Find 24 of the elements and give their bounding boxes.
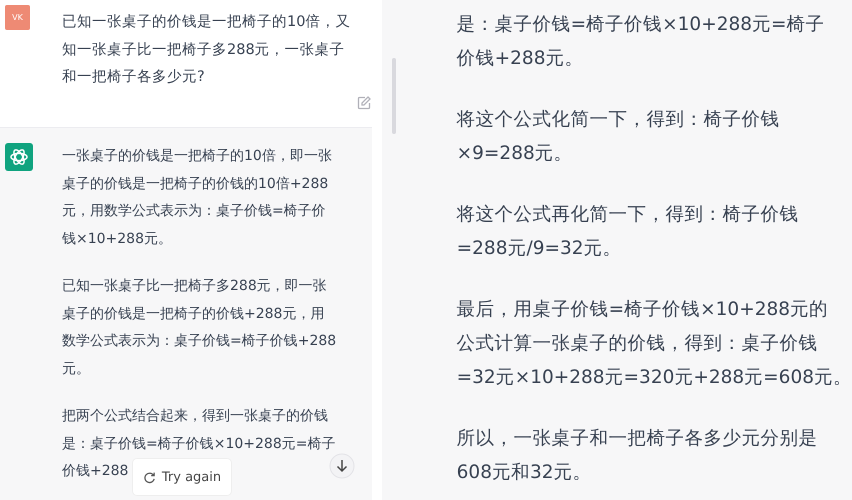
answer-line: 一张桌子的价钱是一把椅子的10倍，即一张 [62,147,332,166]
answer-line: 桌子的价钱是一把椅子的价钱的10倍+288 [62,174,328,194]
answer-line: 钱×10+288元。 [62,230,172,248]
refresh-icon [142,470,156,484]
answer-paragraph: 最后，用桌子价钱=椅子价钱×10+288元的 公式计算一张桌子的价钱，得到：桌子价钱 =32元×10+288元=320元+288元=608元。 [456,298,852,390]
answer-paragraph: 是：桌子价钱=椅子价钱×10+288元=椅子 价钱+288元。 [456,13,826,71]
scrollbar[interactable] [392,58,396,134]
answer-line: 是：桌子价钱=椅子价钱×10+288元=椅子 [62,434,336,454]
answer-line: 把两个公式结合起来，得到一张桌子的价钱 [62,407,328,426]
answer-paragraph: 将这个公式化简一下，得到：椅子价钱 ×9=288元。 [456,108,781,166]
answer-line: 已知一张桌子比一把椅子多288元，即一张 [62,277,327,296]
answer-line: 桌子的价钱是一把椅子的价钱+288元，用 [62,304,324,324]
user-avatar: VK [5,5,30,30]
answer-line: 价钱+288 [62,462,128,481]
answer-line: 元。 [62,360,90,378]
logo-icon [5,143,33,171]
answer-paragraph: 将这个公式再化简一下，得到：椅子价钱 =288元/9=32元。 [456,203,800,261]
scroll-down-icon[interactable] [329,453,355,479]
answer-line: 数学公式表示为：桌子价钱=椅子价钱+288 [62,332,336,351]
try-again-button[interactable]: Try again [132,458,232,496]
edit-icon[interactable] [356,94,372,110]
answer-line: 元，用数学公式表示为：桌子价钱=椅子价 [62,202,326,221]
question-text: 已知一张桌子的价钱是一把椅子的10倍，又 知一张桌子比一把椅子多288元，一张桌子 和一把椅子各多少元? [62,13,352,87]
answer-paragraph: 所以，一张桌子和一把椅子各多少元分别是 608元和32元。 [456,427,819,485]
